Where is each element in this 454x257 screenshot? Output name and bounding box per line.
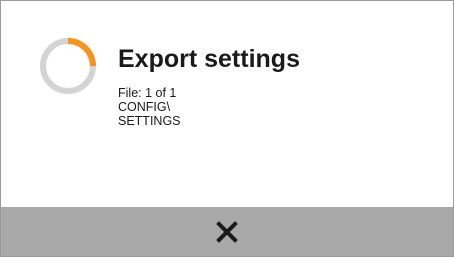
progress-spinner-icon [40, 38, 96, 94]
path-text-line1: CONFIG\ [118, 100, 171, 114]
dialog-title: Export settings [118, 45, 300, 73]
export-info: File: 1 of 1 CONFIG\ SETTINGS [118, 86, 181, 128]
file-progress-text: File: 1 of 1 [118, 86, 177, 100]
close-icon [216, 220, 238, 243]
export-dialog: Export settings File: 1 of 1 CONFIG\ SET… [0, 0, 454, 257]
cancel-button[interactable] [1, 207, 453, 256]
path-text-line2: SETTINGS [118, 114, 181, 128]
